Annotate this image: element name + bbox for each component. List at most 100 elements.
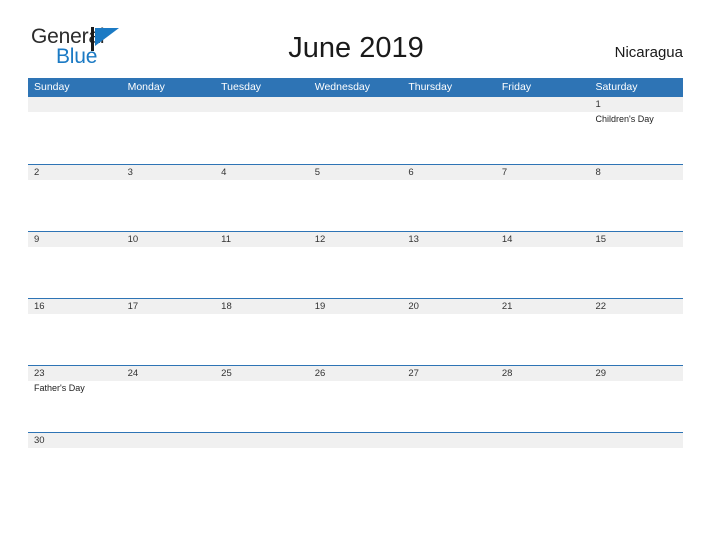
day-number[interactable]: 12 — [309, 232, 403, 247]
day-cell-empty — [402, 314, 496, 365]
weekday-header-thursday: Thursday — [408, 81, 453, 93]
day-number-empty — [496, 97, 590, 112]
weekday-header-friday: Friday — [501, 81, 532, 93]
day-cell-empty — [122, 180, 216, 231]
calendar-page: General Blue June 2019 Nicaragua Sunday … — [0, 0, 712, 550]
day-number[interactable]: 15 — [589, 232, 683, 247]
holiday-label: Father's Day — [34, 383, 85, 393]
day-number[interactable]: 4 — [215, 165, 309, 180]
day-cell-empty — [589, 381, 683, 432]
day-cell-empty — [309, 381, 403, 432]
day-number-band: 16 17 18 19 20 21 22 — [28, 299, 683, 314]
day-content-band — [28, 247, 683, 298]
day-number-empty — [402, 97, 496, 112]
day-number-band: 9 10 11 12 13 14 15 — [28, 232, 683, 247]
day-cell-empty — [215, 448, 309, 499]
day-number[interactable]: 13 — [402, 232, 496, 247]
day-number[interactable]: 3 — [122, 165, 216, 180]
day-cell-empty — [496, 381, 590, 432]
day-number-empty — [589, 433, 683, 448]
day-cell-empty — [496, 448, 590, 499]
day-number-band: 2345678 — [28, 165, 683, 180]
day-number[interactable]: 25 — [215, 366, 309, 381]
day-events: Children's Day — [589, 112, 683, 163]
country-label: Nicaragua — [614, 44, 683, 61]
day-number[interactable]: 29 — [589, 366, 683, 381]
day-number[interactable]: 18 — [215, 299, 309, 314]
day-number[interactable]: 21 — [496, 299, 590, 314]
day-cell-empty — [402, 180, 496, 231]
day-number[interactable]: 22 — [589, 299, 683, 314]
day-number[interactable]: 28 — [496, 366, 590, 381]
day-cell-empty — [309, 247, 403, 298]
day-number[interactable]: 20 — [402, 299, 496, 314]
day-cell-empty — [496, 180, 590, 231]
day-number[interactable]: 23 — [28, 366, 122, 381]
day-number[interactable]: 1 — [589, 97, 683, 112]
day-number-band: 30 — [28, 433, 683, 448]
day-number-empty — [309, 97, 403, 112]
day-number[interactable]: 26 — [309, 366, 403, 381]
day-number-band: 23 24 25 26 27 28 29 — [28, 366, 683, 381]
day-cell-empty — [589, 247, 683, 298]
day-cell-empty — [215, 314, 309, 365]
day-number[interactable]: 10 — [122, 232, 216, 247]
day-cell-empty — [28, 314, 122, 365]
day-number-empty — [309, 433, 403, 448]
day-content-band — [28, 180, 683, 231]
day-cell-empty — [402, 381, 496, 432]
day-cell-empty — [309, 112, 403, 163]
day-cell-empty — [496, 247, 590, 298]
day-cell-empty — [122, 314, 216, 365]
day-cell-empty — [28, 180, 122, 231]
calendar-week-row: 1 Children's Day — [28, 97, 683, 164]
day-cell-empty — [309, 180, 403, 231]
day-cell-empty — [215, 381, 309, 432]
day-cell-empty — [309, 314, 403, 365]
day-number[interactable]: 19 — [309, 299, 403, 314]
day-number[interactable]: 27 — [402, 366, 496, 381]
weekday-header-saturday: Saturday — [595, 81, 638, 93]
day-cell-empty — [28, 247, 122, 298]
day-number[interactable]: 24 — [122, 366, 216, 381]
day-cell-empty — [589, 448, 683, 499]
weekday-header-row: Sunday Monday Tuesday Wednesday Thursday… — [28, 78, 683, 97]
day-number-band: 1 — [28, 97, 683, 112]
day-content-band: Father's Day — [28, 381, 683, 432]
day-cell-empty — [215, 180, 309, 231]
day-cell-empty — [402, 247, 496, 298]
day-number[interactable]: 30 — [28, 433, 122, 448]
day-cell-empty — [402, 448, 496, 499]
page-header: General Blue June 2019 Nicaragua — [0, 0, 712, 67]
weekday-header-wednesday: Wednesday — [314, 81, 370, 93]
calendar-week-row: 23 24 25 26 27 28 29 Father's Day — [28, 365, 683, 432]
day-cell-empty — [496, 112, 590, 163]
day-number[interactable]: 11 — [215, 232, 309, 247]
holiday-label: Children's Day — [595, 114, 654, 124]
day-number[interactable]: 9 — [28, 232, 122, 247]
day-cell-empty — [402, 112, 496, 163]
day-number[interactable]: 2 — [28, 165, 122, 180]
day-cell-empty — [589, 314, 683, 365]
day-number-empty — [215, 433, 309, 448]
day-cell-empty — [28, 448, 122, 499]
day-number-empty — [122, 433, 216, 448]
day-cell-empty — [28, 112, 122, 163]
day-cell-empty — [122, 247, 216, 298]
day-number[interactable]: 14 — [496, 232, 590, 247]
day-content-band — [28, 448, 683, 499]
day-number[interactable]: 7 — [496, 165, 590, 180]
day-number-empty — [28, 97, 122, 112]
day-number[interactable]: 17 — [122, 299, 216, 314]
day-number[interactable]: 5 — [309, 165, 403, 180]
day-cell-empty — [122, 448, 216, 499]
weekday-header-sunday: Sunday — [34, 81, 70, 93]
day-number-empty — [215, 97, 309, 112]
calendar-weeks: 1 Children's Day 2 3 4 5 6 7 8 9 10 11 12 13 14 15 16 17 1… — [28, 97, 683, 499]
day-cell-empty — [122, 381, 216, 432]
page-title: June 2019 — [288, 32, 424, 64]
day-number[interactable]: 6 — [402, 165, 496, 180]
day-number[interactable]: 16 — [28, 299, 122, 314]
day-number[interactable]: 8 — [589, 165, 683, 180]
day-cell-empty — [496, 314, 590, 365]
